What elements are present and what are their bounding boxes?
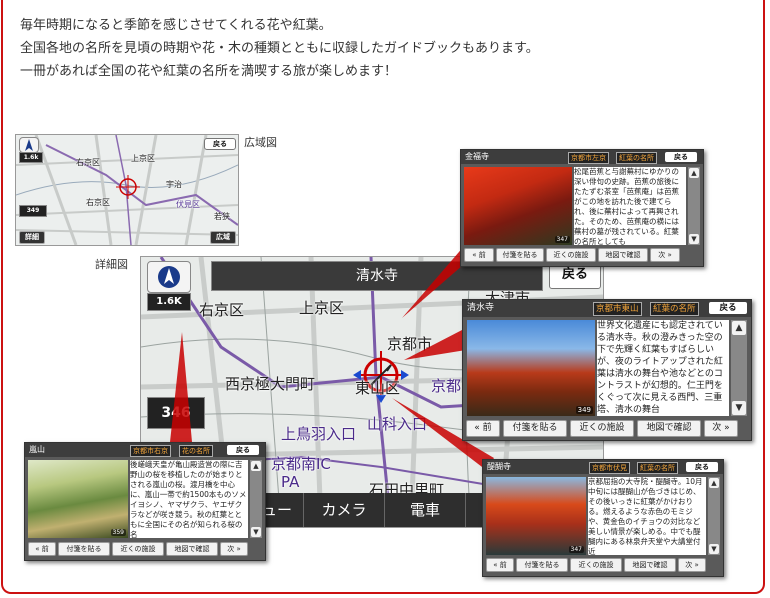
panel-buttons: « 前 付箋を貼る 近くの施設 地図で確認 次 » — [463, 420, 751, 437]
photo-kinpuku: 347 — [464, 167, 572, 245]
photo-daigo: 347 — [486, 477, 586, 555]
panel-arashiyama: 嵐山 京都市右京 花の名所 戻る 359 後嵯峨天皇が亀山殿造営の際に吉野山の桜… — [24, 442, 266, 561]
distance-label: 347 — [568, 546, 584, 553]
map-confirm-button[interactable]: 地図で確認 — [637, 420, 701, 437]
nearby-button[interactable]: 近くの施設 — [546, 248, 596, 262]
panel-title: 清水寺 — [467, 303, 495, 313]
panel-title: 醍醐寺 — [487, 462, 511, 471]
area-tag: 京都市右京 — [130, 445, 171, 457]
scroll-down-icon[interactable]: ▼ — [251, 527, 261, 537]
next-button[interactable]: 次 » — [220, 542, 248, 556]
scroll-up-icon[interactable]: ▲ — [251, 461, 261, 471]
prev-button[interactable]: « 前 — [466, 420, 500, 437]
distance-label: 349 — [575, 406, 593, 414]
panel-description: 後嵯峨天皇が亀山殿造営の際に吉野山の桜を移植したのが始まりとされる嵐山の桜。渡月… — [130, 460, 248, 538]
panel-back-button[interactable]: 戻る — [686, 462, 718, 472]
map-confirm-button[interactable]: 地図で確認 — [624, 558, 676, 572]
next-button[interactable]: 次 » — [704, 420, 738, 437]
scroll-down-icon[interactable]: ▼ — [732, 401, 746, 415]
next-button[interactable]: 次 » — [650, 248, 680, 262]
sticky-button[interactable]: 付箋を貼る — [58, 542, 110, 556]
scrollbar[interactable]: ▲ ▼ — [688, 167, 700, 245]
prev-button[interactable]: « 前 — [464, 248, 494, 262]
type-tag: 花の名所 — [179, 445, 213, 457]
nearby-button[interactable]: 近くの施設 — [112, 542, 164, 556]
distance-label: 359 — [110, 529, 126, 536]
scroll-down-icon[interactable]: ▼ — [689, 234, 699, 244]
panel-description: 世界文化遺産にも認定されている清水寺。秋の澄みきった空の下で先輝く紅葉もすばらし… — [597, 320, 729, 416]
panel-title: 金福寺 — [465, 152, 489, 161]
scroll-up-icon[interactable]: ▲ — [689, 168, 699, 178]
scroll-up-icon[interactable]: ▲ — [709, 478, 719, 488]
scrollbar[interactable]: ▲ ▼ — [250, 460, 262, 538]
map-confirm-button[interactable]: 地図で確認 — [598, 248, 648, 262]
panel-kiyomizu: 清水寺 京都市東山 紅葉の名所 戻る 349 世界文化遺産にも認定されている清水… — [462, 299, 752, 441]
prev-button[interactable]: « 前 — [28, 542, 56, 556]
panel-title: 嵐山 — [29, 445, 45, 454]
panel-buttons: « 前 付箋を貼る 近くの施設 地図で確認 次 » — [483, 558, 723, 572]
photo-kiyomizu: 349 — [467, 320, 595, 416]
nearby-button[interactable]: 近くの施設 — [570, 420, 634, 437]
sticky-button[interactable]: 付箋を貼る — [516, 558, 568, 572]
panel-description: 京都屈指の大寺院・醍醐寺。10月中旬には醍醐山が色づきはじめ、その後いっきに紅葉… — [588, 477, 706, 555]
panel-kinpuku: 金福寺 京都市左京 紅葉の名所 戻る 347 松尾芭蕉と与謝蕪村にゆかりの深い俳… — [460, 149, 704, 267]
type-tag: 紅葉の名所 — [637, 462, 678, 474]
type-tag: 紅葉の名所 — [650, 302, 699, 316]
panel-back-button[interactable]: 戻る — [227, 445, 259, 455]
map-confirm-button[interactable]: 地図で確認 — [166, 542, 218, 556]
photo-arashiyama: 359 — [28, 460, 128, 538]
panel-description: 松尾芭蕉と与謝蕪村にゆかりの深い俳句の史跡。芭蕉の旅後にたたずむ茶室「芭蕉庵」は… — [574, 167, 686, 245]
area-tag: 京都市左京 — [568, 152, 609, 164]
panel-back-button[interactable]: 戻る — [665, 152, 697, 162]
type-tag: 紅葉の名所 — [616, 152, 657, 164]
next-button[interactable]: 次 » — [678, 558, 706, 572]
prev-button[interactable]: « 前 — [486, 558, 514, 572]
panel-buttons: « 前 付箋を貼る 近くの施設 地図で確認 次 » — [461, 248, 703, 262]
panel-buttons: « 前 付箋を貼る 近くの施設 地図で確認 次 » — [25, 542, 265, 556]
scrollbar[interactable]: ▲ ▼ — [731, 320, 747, 416]
distance-label: 347 — [554, 236, 570, 243]
area-tag: 京都市伏見 — [589, 462, 630, 474]
sticky-button[interactable]: 付箋を貼る — [503, 420, 567, 437]
panel-daigo: 醍醐寺 京都市伏見 紅葉の名所 戻る 347 京都屈指の大寺院・醍醐寺。10月中… — [482, 459, 724, 577]
scrollbar[interactable]: ▲ ▼ — [708, 477, 720, 555]
scroll-down-icon[interactable]: ▼ — [709, 544, 719, 554]
panel-back-button[interactable]: 戻る — [709, 302, 747, 314]
area-tag: 京都市東山 — [593, 302, 642, 316]
sticky-button[interactable]: 付箋を貼る — [496, 248, 544, 262]
nearby-button[interactable]: 近くの施設 — [570, 558, 622, 572]
scroll-up-icon[interactable]: ▲ — [732, 321, 746, 335]
